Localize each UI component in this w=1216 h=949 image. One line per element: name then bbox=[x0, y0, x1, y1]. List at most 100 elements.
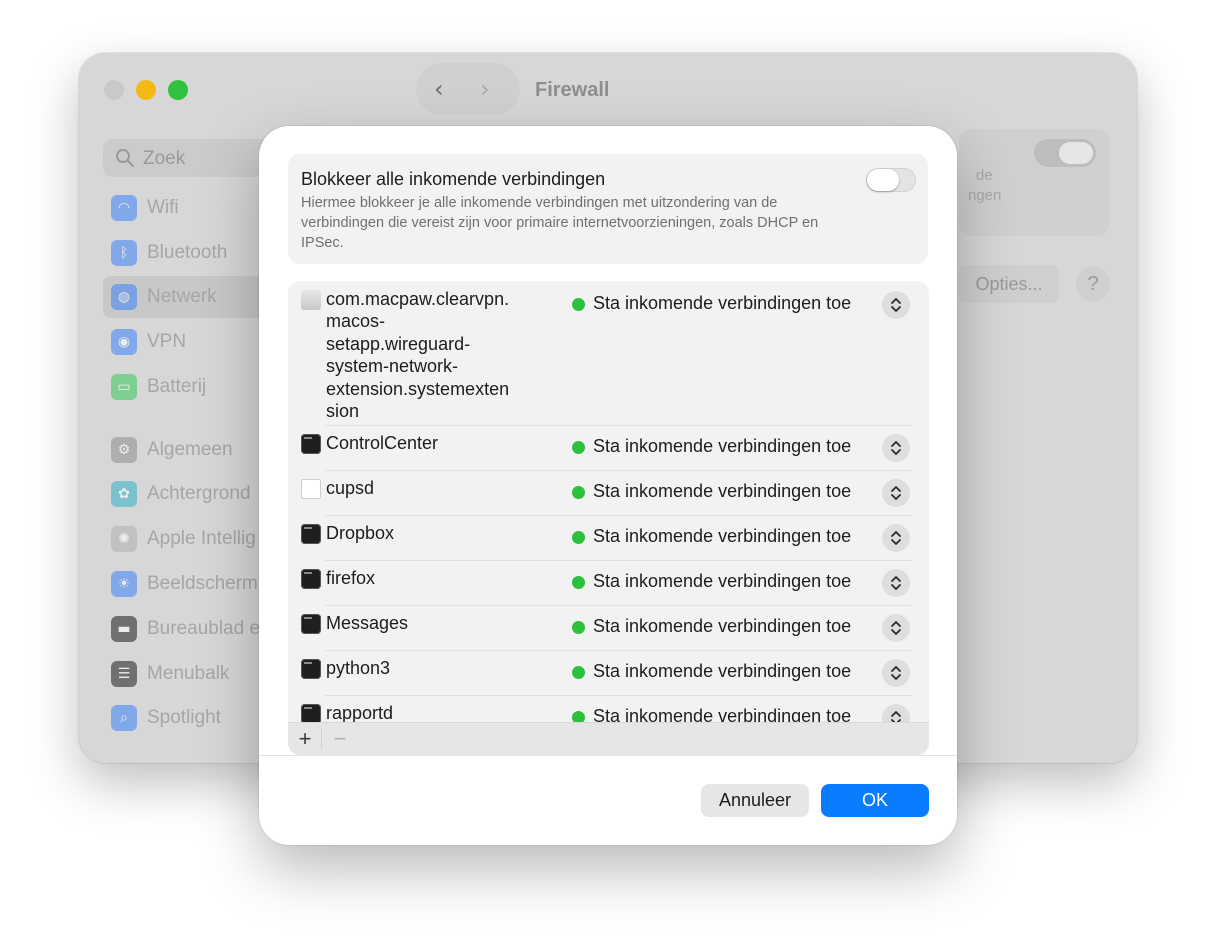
dialog-divider bbox=[259, 755, 957, 756]
sidebar-item-label: Beeldscherm bbox=[147, 573, 258, 594]
table-row[interactable]: rapportd Sta inkomende verbindingen toe bbox=[288, 696, 929, 722]
app-name: ControlCenter bbox=[326, 433, 439, 453]
sidebar-item-algemeen[interactable]: ⚙ Algemeen bbox=[103, 429, 273, 471]
list-footer: + − bbox=[288, 722, 929, 755]
sidebar-item-spotlight[interactable]: ⌕ Spotlight bbox=[103, 697, 273, 739]
navigation-buttons: ‹ › bbox=[416, 63, 520, 115]
options-button[interactable]: Opties... bbox=[959, 265, 1059, 303]
app-name: Messages bbox=[326, 613, 409, 633]
sidebar-item-menubalk[interactable]: ☰ Menubalk bbox=[103, 653, 273, 695]
table-row[interactable]: ControlCenter Sta inkomende verbindingen … bbox=[288, 426, 929, 471]
connection-status-label: Sta inkomende verbindingen toe bbox=[593, 706, 852, 722]
sidebar-item-vpn[interactable]: ◉ VPN bbox=[103, 321, 273, 363]
sidebar-item-label: Menubalk bbox=[147, 663, 230, 684]
window-close-button[interactable] bbox=[104, 80, 124, 100]
sidebar-item-bluetooth[interactable]: ᛒ Bluetooth bbox=[103, 232, 273, 274]
chevron-updown-icon bbox=[891, 621, 901, 635]
spotlight-icon: ⌕ bbox=[111, 705, 137, 731]
firewall-card-text-2: ngen bbox=[968, 187, 1002, 204]
status-dot-icon bbox=[572, 486, 585, 499]
chevron-updown-icon bbox=[891, 531, 901, 545]
status-dot-icon bbox=[572, 298, 585, 311]
sidebar-item-beeldscherm[interactable]: ☀ Beeldscherm bbox=[103, 563, 273, 605]
window-minimize-button[interactable] bbox=[136, 80, 156, 100]
window-title: Firewall bbox=[535, 79, 610, 101]
app-name: python3 bbox=[326, 658, 391, 678]
ok-button[interactable]: OK bbox=[821, 784, 929, 817]
help-button[interactable]: ? bbox=[1076, 267, 1110, 301]
remove-app-button[interactable]: − bbox=[330, 726, 350, 752]
search-icon bbox=[116, 149, 134, 167]
switch-knob bbox=[867, 169, 899, 191]
table-row[interactable]: Dropbox Sta inkomende verbindingen toe bbox=[288, 516, 929, 561]
table-row[interactable]: com.macpaw.clearvpn. macos- setapp.wireg… bbox=[288, 282, 929, 426]
app-name: com.macpaw.clearvpn. macos- setapp.wireg… bbox=[326, 289, 510, 422]
connection-policy-popup[interactable] bbox=[882, 569, 910, 597]
search-placeholder: Zoek bbox=[143, 148, 186, 169]
wifi-icon: ◠ bbox=[111, 195, 137, 221]
add-app-button[interactable]: + bbox=[295, 726, 315, 752]
status-dot-icon bbox=[572, 441, 585, 454]
block-incoming-card: Blokkeer alle inkomende verbindingen Hie… bbox=[288, 154, 928, 264]
table-row[interactable]: Messages Sta inkomende verbindingen toe bbox=[288, 606, 929, 651]
sidebar-item-bureaublad-e[interactable]: ▬ Bureaublad e bbox=[103, 608, 273, 650]
connection-policy-popup[interactable] bbox=[882, 659, 910, 687]
app-name: firefox bbox=[326, 568, 376, 588]
block-incoming-switch[interactable] bbox=[866, 168, 916, 192]
app-list-scroll[interactable]: com.macpaw.clearvpn. macos- setapp.wireg… bbox=[288, 281, 929, 722]
extension-icon bbox=[301, 290, 321, 310]
app-name: Dropbox bbox=[326, 523, 395, 543]
app-icon bbox=[301, 434, 321, 454]
connection-policy-popup[interactable] bbox=[882, 614, 910, 642]
wallpaper-icon: ✿ bbox=[111, 481, 137, 507]
connection-status-label: Sta inkomende verbindingen toe bbox=[593, 616, 852, 636]
table-row[interactable]: cupsd Sta inkomende verbindingen toe bbox=[288, 471, 929, 516]
sidebar-item-label: Apple Intellig bbox=[147, 528, 256, 549]
chevron-updown-icon bbox=[891, 441, 901, 455]
sidebar-item-wifi[interactable]: ◠ Wifi bbox=[103, 187, 273, 229]
status-dot-icon bbox=[572, 621, 585, 634]
window-zoom-button[interactable] bbox=[168, 80, 188, 100]
sidebar-item-label: VPN bbox=[147, 331, 187, 352]
sidebar-item-achtergrond[interactable]: ✿ Achtergrond bbox=[103, 473, 273, 515]
globe-icon: ◍ bbox=[111, 284, 137, 310]
bluetooth-icon: ᛒ bbox=[111, 240, 137, 266]
sidebar-item-apple-intellig[interactable]: ✺ Apple Intellig bbox=[103, 518, 273, 560]
block-incoming-description: Hiermee blokkeer je alle inkomende verbi… bbox=[301, 195, 819, 251]
app-icon bbox=[301, 569, 321, 589]
sidebar-item-netwerk[interactable]: ◍ Netwerk bbox=[103, 276, 273, 318]
apple-intelligence-icon: ✺ bbox=[111, 526, 137, 552]
connection-policy-popup[interactable] bbox=[882, 479, 910, 507]
forward-arrow-icon[interactable]: › bbox=[480, 77, 490, 101]
table-row[interactable]: firefox Sta inkomende verbindingen toe bbox=[288, 561, 929, 606]
connection-status-label: Sta inkomende verbindingen toe bbox=[593, 661, 852, 681]
table-row[interactable]: python3 Sta inkomende verbindingen toe bbox=[288, 651, 929, 696]
status-dot-icon bbox=[572, 576, 585, 589]
app-name: rapportd bbox=[326, 703, 394, 722]
cancel-button[interactable]: Annuleer bbox=[701, 784, 809, 817]
connection-status-label: Sta inkomende verbindingen toe bbox=[593, 526, 852, 546]
connection-policy-popup[interactable] bbox=[882, 291, 910, 319]
sidebar-item-label: Wifi bbox=[147, 197, 179, 218]
firewall-toggle[interactable] bbox=[1034, 139, 1096, 167]
connection-policy-popup[interactable] bbox=[882, 704, 910, 722]
menubar-icon: ☰ bbox=[111, 661, 137, 687]
sidebar-item-label: Spotlight bbox=[147, 707, 221, 728]
sidebar-item-batterij[interactable]: ▭ Batterij bbox=[103, 366, 273, 408]
footer-divider bbox=[321, 729, 322, 749]
connection-status-label: Sta inkomende verbindingen toe bbox=[593, 436, 852, 456]
sidebar-item-label: Algemeen bbox=[147, 439, 233, 460]
connection-policy-popup[interactable] bbox=[882, 434, 910, 462]
back-arrow-icon[interactable]: ‹ bbox=[434, 77, 444, 101]
connection-status-label: Sta inkomende verbindingen toe bbox=[593, 571, 852, 591]
search-field[interactable]: Zoek bbox=[103, 139, 273, 177]
sidebar-item-label: Bluetooth bbox=[147, 242, 228, 263]
app-name: cupsd bbox=[326, 478, 375, 498]
chevron-updown-icon bbox=[891, 576, 901, 590]
gear-icon: ⚙ bbox=[111, 437, 137, 463]
connection-policy-popup[interactable] bbox=[882, 524, 910, 552]
desktop-icon: ▬ bbox=[111, 616, 137, 642]
vpn-icon: ◉ bbox=[111, 329, 137, 355]
firewall-card-text-1: de bbox=[976, 167, 993, 184]
status-dot-icon bbox=[572, 666, 585, 679]
